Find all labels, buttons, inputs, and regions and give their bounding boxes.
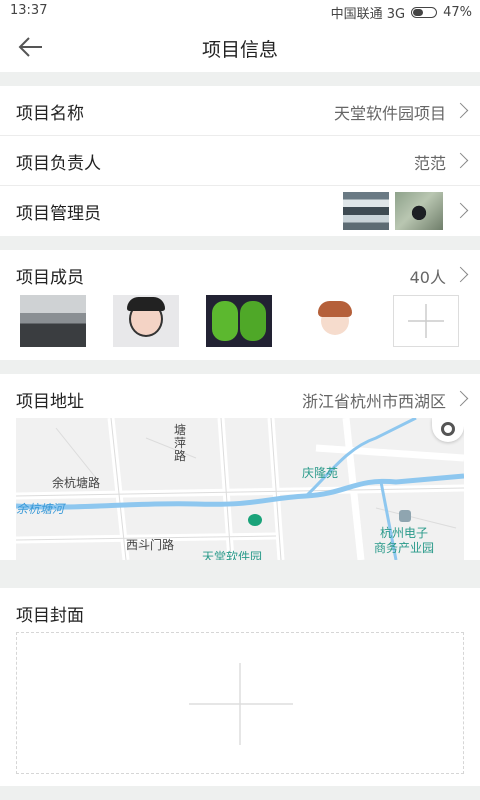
member-avatar[interactable] — [20, 295, 86, 347]
battery-fill — [413, 9, 423, 16]
map-label-road-vertical: 塘 萍 路 — [174, 424, 186, 463]
row-value: 天堂软件园项目 — [333, 104, 446, 123]
members-card: 项目成员 40人 — [0, 250, 480, 360]
row-value: 范范 — [413, 154, 446, 173]
admin-avatar[interactable] — [395, 192, 443, 230]
header-bar: 项目信息 — [0, 22, 480, 72]
chevron-right-icon — [452, 152, 469, 169]
chevron-right-icon — [452, 390, 469, 407]
status-time: 13:37 — [10, 3, 48, 18]
map-label-road: 西斗门路 — [126, 538, 175, 552]
map-label-center: 杭州电子 商务产业园 — [374, 526, 434, 556]
add-member-button[interactable] — [393, 295, 459, 347]
chevron-right-icon — [452, 202, 469, 219]
admin-avatar[interactable] — [343, 192, 389, 230]
chevron-right-icon — [452, 102, 469, 119]
plus-icon — [189, 663, 293, 745]
status-right: 中国联通 3G 47% — [331, 3, 472, 22]
cover-label: 项目封面 — [16, 606, 84, 626]
page-title: 项目信息 — [201, 39, 278, 61]
map-label-park: 庆隆苑 — [302, 466, 339, 480]
location-marker — [248, 514, 262, 526]
map-label-poi: 天堂软件园 — [202, 550, 263, 560]
member-avatar[interactable] — [206, 295, 272, 347]
row-project-address[interactable]: 项目地址 浙江省杭州市西湖区 — [0, 374, 480, 424]
project-basic-card: 项目名称 天堂软件园项目 项目负责人 范范 项目管理员 — [0, 86, 480, 236]
member-avatar[interactable] — [302, 295, 368, 347]
status-bar: 13:37 中国联通 3G 47% — [0, 0, 480, 22]
row-project-owner[interactable]: 项目负责人 范范 — [0, 136, 480, 186]
row-label: 项目负责人 — [16, 154, 101, 174]
carrier-text: 中国联通 3G — [330, 7, 406, 22]
row-project-admin[interactable]: 项目管理员 — [0, 186, 480, 236]
address-map[interactable]: 余杭塘路 塘 萍 路 余杭塘河 庆隆苑 西斗门路 天堂软件园 杭州电子 商务产业… — [16, 418, 464, 560]
map-label-road: 余杭塘路 — [52, 476, 101, 490]
map-label-char: 路 — [174, 449, 187, 463]
chevron-right-icon — [452, 266, 469, 283]
cover-upload-area[interactable] — [16, 632, 464, 774]
row-project-name[interactable]: 项目名称 天堂软件园项目 — [0, 86, 480, 136]
row-label: 项目成员 — [16, 268, 84, 288]
battery-percent: 47% — [443, 5, 472, 20]
map-label-river: 余杭塘河 — [16, 502, 65, 516]
member-count: 40人 — [409, 268, 446, 287]
battery-icon — [411, 7, 438, 18]
building-icon — [399, 510, 411, 522]
map-label-line: 杭州电子 — [380, 526, 429, 540]
member-avatar[interactable] — [113, 295, 179, 347]
row-value: 浙江省杭州市西湖区 — [301, 392, 446, 411]
row-project-members[interactable]: 项目成员 40人 — [0, 250, 480, 300]
row-label: 项目地址 — [16, 392, 84, 412]
map-label-line: 商务产业园 — [374, 541, 435, 555]
row-label: 项目管理员 — [16, 204, 101, 224]
plus-icon — [408, 304, 444, 338]
row-label: 项目名称 — [16, 104, 84, 124]
